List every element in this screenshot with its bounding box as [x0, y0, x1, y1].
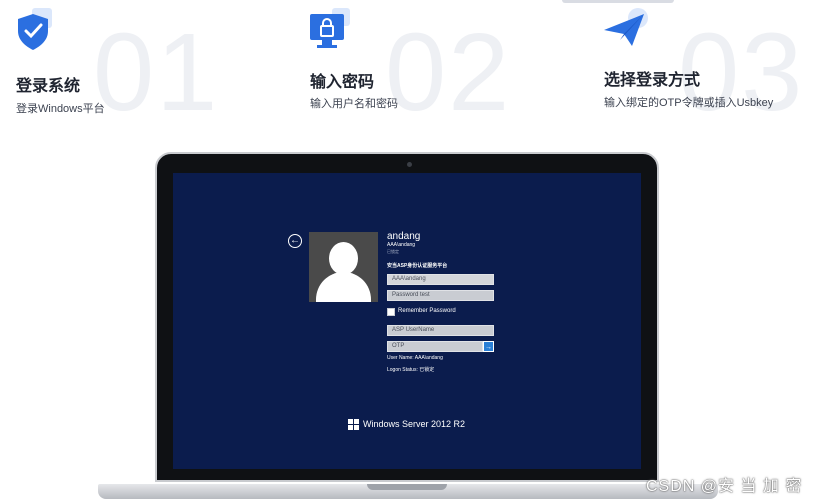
step-desc: 输入绑定的OTP令牌或插入Usbkey: [604, 97, 774, 109]
password-field[interactable]: Password test: [387, 290, 494, 301]
logon-status-line: Logon Status: 已锁定: [387, 367, 435, 373]
webcam: [407, 162, 412, 167]
remember-checkbox[interactable]: [387, 308, 395, 316]
login-screen: ← andang AAA\andang 已锁定 安当ASP身份认证服务平台 AA…: [173, 173, 641, 469]
page: 01 登录系统 登录Windows平台 02 输入密码 输入用户名和密码 03: [0, 0, 830, 503]
step-number: 01: [93, 11, 220, 134]
otp-field[interactable]: OTP: [387, 341, 483, 352]
asp-username-field[interactable]: ASP UserName: [387, 325, 494, 336]
username-label: andang: [387, 231, 421, 242]
status-small: 已锁定: [387, 249, 399, 254]
remember-label: Remember Password: [398, 308, 456, 314]
laptop: ← andang AAA\andang 已锁定 安当ASP身份认证服务平台 AA…: [155, 152, 659, 482]
os-label: Windows Server 2012 R2: [363, 419, 466, 429]
top-divider: [562, 0, 674, 3]
submit-arrow-button[interactable]: →: [483, 341, 494, 352]
step-number: 02: [385, 11, 512, 134]
user-name-line: User Name: AAA\andang: [387, 355, 443, 361]
windows-logo-icon: [348, 419, 359, 430]
step-title: 登录系统: [16, 78, 81, 95]
step-title: 输入密码: [310, 74, 375, 91]
platform-label: 安当ASP身份认证服务平台: [387, 263, 448, 269]
watermark: CSDN @安 当 加 密: [646, 478, 803, 495]
monitor-lock-icon: [310, 8, 350, 48]
domain-user-label: AAA\andang: [387, 242, 416, 248]
paper-plane-icon: [604, 8, 648, 46]
back-arrow-icon[interactable]: ←: [288, 234, 302, 248]
laptop-notch: [367, 484, 447, 490]
step-desc: 登录Windows平台: [16, 103, 105, 115]
step-title: 选择登录方式: [604, 72, 701, 89]
step-desc: 输入用户名和密码: [310, 98, 398, 110]
shield-check-icon: [18, 8, 52, 50]
user-avatar: [309, 232, 378, 302]
user-field[interactable]: AAA\andang: [387, 274, 494, 285]
